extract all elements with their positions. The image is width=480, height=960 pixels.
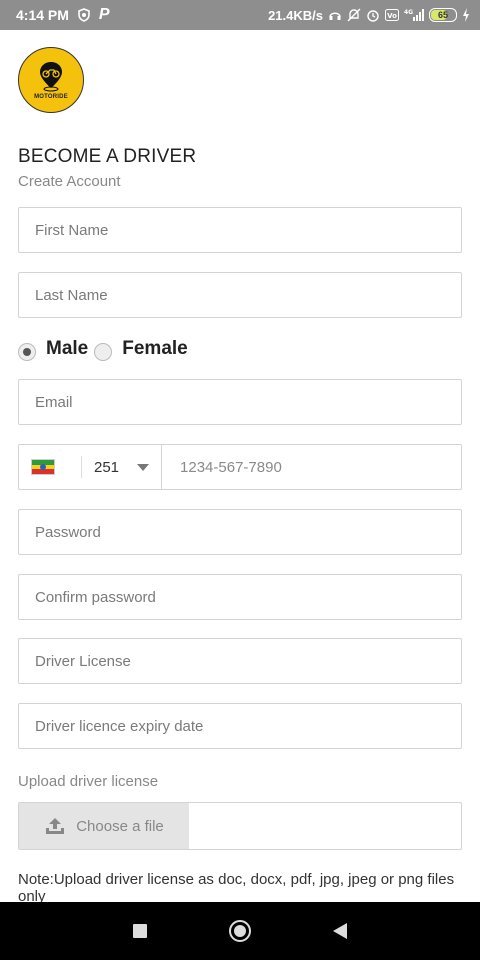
battery-level: 65 [437,10,448,20]
headset-icon [328,8,342,22]
choose-file-label: Choose a file [76,817,164,835]
upload-icon [46,818,65,834]
network-speed: 21.4KB/s [268,7,323,23]
registration-screen: MOTORIDE BECOME A DRIVER Create Account … [0,30,480,902]
status-time: 4:14 PM [16,7,69,23]
confirm-password-field[interactable]: Confirm password [18,574,462,620]
p-icon: P [98,6,110,23]
home-circle-icon[interactable] [220,911,260,951]
radio-selected-dot [23,348,31,356]
male-label[interactable]: Male [46,338,88,360]
country-code[interactable]: 251 [94,459,119,476]
upload-note: Note:Upload driver license as doc, docx,… [18,871,455,902]
status-bar: 4:14 PM P 21.4KB/s Vo 4G 65 [0,0,480,30]
mute-icon [347,8,361,22]
female-radio[interactable] [94,343,113,361]
license-expiry-field[interactable]: Driver licence expiry date [18,703,462,749]
svg-text:Vo: Vo [387,12,397,20]
email-field[interactable]: Email [18,379,462,425]
gender-radio-group: Male Female [18,336,194,362]
motorcycle-pin-icon [40,62,62,92]
alarm-icon [366,8,380,22]
last-name-field[interactable]: Last Name [18,272,462,318]
file-upload-field: Choose a file [18,802,462,850]
chevron-down-icon[interactable] [137,463,150,471]
shield-icon [77,8,91,22]
battery-icon: 65 [429,8,457,22]
ethiopia-flag-icon[interactable] [31,459,55,475]
female-label[interactable]: Female [122,338,187,360]
password-field[interactable]: Password [18,509,462,555]
phone-separator [161,445,163,489]
male-radio[interactable] [18,343,36,361]
upload-label: Upload driver license [18,773,159,790]
flag-divider [81,456,82,478]
recents-square-icon[interactable] [120,911,160,951]
volte-icon: Vo [385,9,399,21]
driver-license-field[interactable]: Driver License [18,638,462,684]
network-type: 4G [404,9,413,16]
back-triangle-icon[interactable] [320,911,360,951]
page-subtitle: Create Account [18,173,121,190]
choose-file-button[interactable]: Choose a file [19,803,189,849]
phone-number-input[interactable]: 1234-567-7890 [180,459,282,476]
first-name-field[interactable]: First Name [18,207,462,253]
phone-field: 251 1234-567-7890 [18,444,462,490]
logo-text: MOTORIDE [34,94,68,100]
system-nav-bar [0,902,480,960]
signal-icon: 4G [404,8,424,22]
page-title: BECOME A DRIVER [18,146,197,167]
charging-icon [462,8,470,22]
brand-logo: MOTORIDE [18,47,84,113]
